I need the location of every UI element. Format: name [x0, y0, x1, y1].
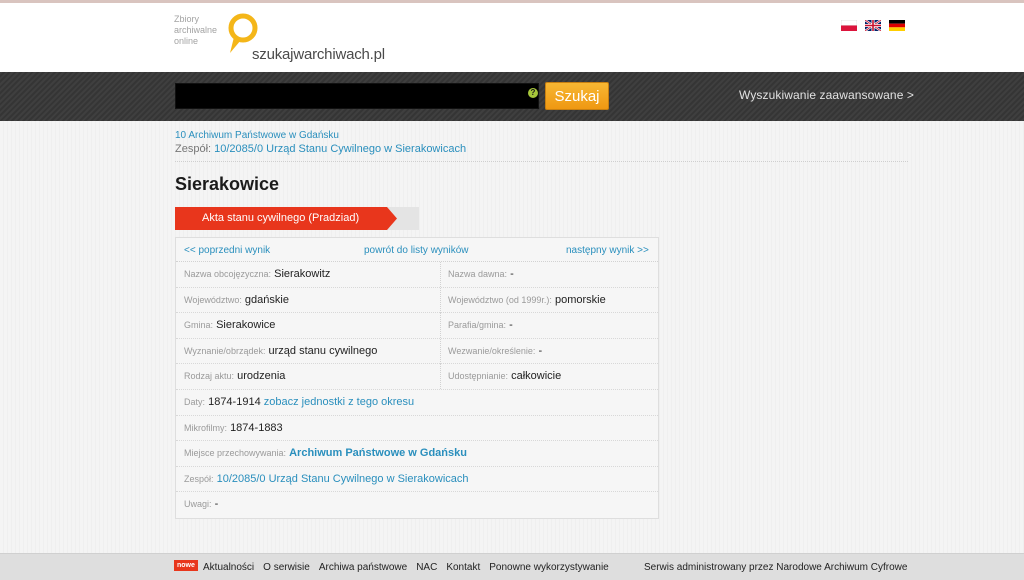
fonds-link[interactable]: 10/2085/0 Urząd Stanu Cywilnego w Sierak…	[217, 473, 469, 485]
field-parish: Parafia/gmina: -	[441, 313, 658, 338]
footer-link-state-archives[interactable]: Archiwa państwowe	[319, 562, 407, 573]
field-label: Województwo:	[184, 294, 242, 305]
field-value: -	[510, 268, 514, 280]
footer-link-nac[interactable]: NAC	[416, 562, 437, 573]
field-label: Województwo (od 1999r.):	[448, 294, 552, 305]
field-access: Udostępnianie: całkowicie	[441, 364, 658, 389]
table-row: Daty: 1874-1914 zobacz jednostki z tego …	[176, 390, 658, 416]
field-value: pomorskie	[554, 293, 606, 306]
main-content: 10 Archiwum Państwowe w Gdańsku Zespół: …	[0, 121, 1024, 553]
divider	[175, 161, 908, 162]
table-row: Nazwa obcojęzyczna: Sierakowitz Nazwa da…	[176, 262, 658, 288]
table-row: Zespół: 10/2085/0 Urząd Stanu Cywilnego …	[176, 467, 658, 493]
field-voivodeship: Województwo: gdańskie	[176, 287, 441, 313]
field-denomination: Wyznanie/obrządek: urząd stanu cywilnego	[176, 338, 441, 364]
field-value: 1874-1914	[208, 396, 261, 408]
site-logo[interactable]: Zbiory archiwalne online szukajwarchiwac…	[174, 13, 414, 64]
storage-archive-link[interactable]: Archiwum Państwowe w Gdańsku	[289, 447, 467, 459]
flag-de-icon[interactable]	[889, 20, 905, 31]
language-flags	[841, 20, 905, 31]
field-value: Sierakowitz	[274, 268, 331, 280]
site-header: Zbiory archiwalne online szukajwarchiwac…	[0, 3, 1024, 72]
field-record-type: Rodzaj aktu: urodzenia	[176, 364, 441, 390]
field-value: Sierakowice	[216, 319, 276, 332]
field-value: -	[214, 498, 219, 511]
field-value: całkowicie	[511, 370, 562, 383]
field-former-name: Nazwa dawna: -	[441, 262, 658, 287]
field-label: Daty:	[184, 397, 206, 407]
table-row: Mikrofilmy: 1874-1883	[176, 416, 658, 442]
field-label: Wezwanie/określenie:	[448, 345, 536, 356]
search-bar: ? Szukaj Wyszukiwanie zaawansowane >	[0, 72, 1024, 121]
table-row: Miejsce przechowywania: Archiwum Państwo…	[176, 441, 658, 467]
logo-tagline: Zbiory archiwalne online	[174, 14, 218, 46]
see-units-from-period-link[interactable]: zobacz jednostki z tego okresu	[264, 396, 414, 408]
field-storage-place: Miejsce przechowywania: Archiwum Państwo…	[176, 441, 658, 466]
field-label: Parafia/gmina:	[448, 320, 507, 331]
previous-result-link[interactable]: << poprzedni wynik	[184, 245, 270, 256]
field-label: Mikrofilmy:	[184, 422, 227, 433]
breadcrumb-zespol-label: Zespół:	[175, 143, 212, 155]
record-details-table: << poprzedni wynik powrót do listy wynik…	[175, 237, 659, 519]
field-label: Nazwa dawna:	[448, 269, 508, 279]
field-value: urodzenia	[237, 370, 286, 383]
category-tab[interactable]: Akta stanu cywilnego (Pradziad)	[175, 207, 397, 230]
field-label: Miejsce przechowywania:	[184, 448, 287, 459]
field-microfilms: Mikrofilmy: 1874-1883	[176, 416, 658, 441]
new-badge: nowe	[174, 560, 198, 571]
footer-nav: Aktualności O serwisie Archiwa państwowe…	[203, 562, 609, 573]
next-result-link[interactable]: następny wynik >>	[566, 245, 649, 256]
search-button[interactable]: Szukaj	[545, 82, 609, 110]
logo-text: szukajwarchiwach.pl	[252, 46, 385, 63]
footer-link-news[interactable]: Aktualności	[203, 562, 254, 573]
field-foreign-name: Nazwa obcojęzyczna: Sierakowitz	[176, 262, 441, 287]
table-row: Rodzaj aktu: urodzenia Udostępnianie: ca…	[176, 364, 658, 390]
field-value: gdańskie	[244, 293, 289, 306]
field-fonds: Zespół: 10/2085/0 Urząd Stanu Cywilnego …	[176, 467, 658, 492]
footer-link-reuse[interactable]: Ponowne wykorzystywanie	[489, 562, 609, 573]
category-tab-strip: Akta stanu cywilnego (Pradziad)	[175, 207, 419, 230]
field-label: Wyznanie/obrządek:	[184, 345, 266, 356]
breadcrumb-zespol: Zespół: 10/2085/0 Urząd Stanu Cywilnego …	[175, 143, 466, 155]
field-label: Udostępnianie:	[448, 371, 509, 382]
field-label: Nazwa obcojęzyczna:	[184, 269, 272, 279]
field-value: -	[538, 344, 543, 357]
result-navigation: << poprzedni wynik powrót do listy wynik…	[176, 238, 658, 262]
field-voivodeship-1999: Województwo (od 1999r.): pomorskie	[441, 288, 658, 313]
field-label: Rodzaj aktu:	[184, 371, 235, 382]
field-value: -	[509, 319, 513, 332]
field-value: urząd stanu cywilnego	[268, 344, 378, 357]
table-row: Uwagi: -	[176, 492, 658, 518]
site-footer: nowe Aktualności O serwisie Archiwa pańs…	[0, 553, 1024, 580]
table-row: Gmina: Sierakowice Parafia/gmina: -	[176, 313, 658, 339]
flag-gb-icon[interactable]	[865, 20, 881, 31]
help-icon[interactable]: ?	[528, 88, 538, 98]
breadcrumb-archive-link[interactable]: 10 Archiwum Państwowe w Gdańsku	[175, 130, 339, 141]
field-label: Gmina:	[184, 320, 214, 331]
flag-pl-icon[interactable]	[841, 20, 857, 31]
field-commune: Gmina: Sierakowice	[176, 313, 441, 339]
advanced-search-link[interactable]: Wyszukiwanie zaawansowane >	[739, 88, 914, 102]
footer-link-contact[interactable]: Kontakt	[446, 562, 480, 573]
footer-link-about[interactable]: O serwisie	[263, 562, 310, 573]
page-title: Sierakowice	[175, 174, 280, 194]
table-row: Wyznanie/obrządek: urząd stanu cywilnego…	[176, 338, 658, 365]
admin-notice: Serwis administrowany przez Narodowe Arc…	[644, 562, 908, 573]
table-row: Województwo: gdańskie Województwo (od 19…	[176, 287, 658, 314]
field-label: Uwagi:	[184, 499, 212, 510]
field-label: Zespół:	[184, 473, 214, 484]
field-value: 1874-1883	[230, 421, 283, 434]
back-to-results-link[interactable]: powrót do listy wyników	[364, 245, 468, 256]
field-dates: Daty: 1874-1914 zobacz jednostki z tego …	[176, 390, 658, 415]
breadcrumb-zespol-link[interactable]: 10/2085/0 Urząd Stanu Cywilnego w Sierak…	[214, 143, 466, 155]
search-input[interactable]	[175, 83, 539, 109]
field-remarks: Uwagi: -	[176, 492, 658, 517]
field-invocation: Wezwanie/określenie: -	[441, 339, 658, 364]
